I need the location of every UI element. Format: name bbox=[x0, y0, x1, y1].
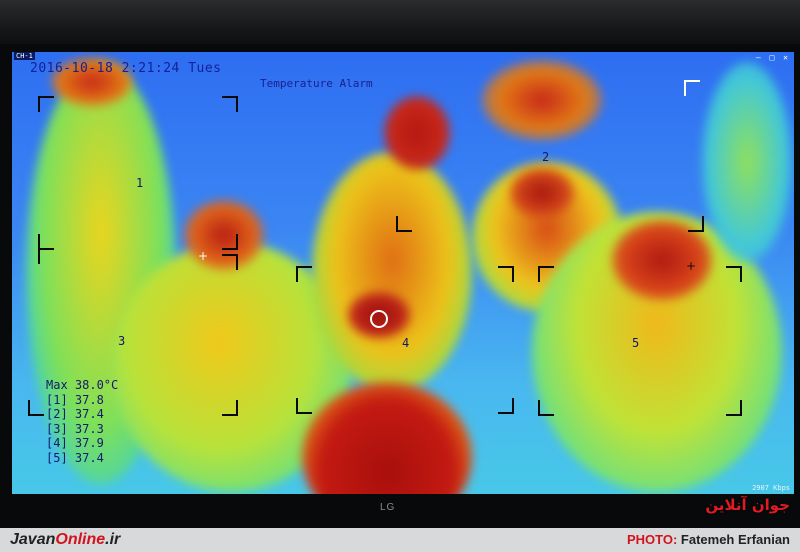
zone-reading-5: [5] 37.4 bbox=[46, 450, 104, 465]
thermal-screen: CH-1 — □ ✕ 2016-10-18 2:21:24 Tues Tempe… bbox=[12, 52, 794, 494]
zone-3-corner bbox=[222, 400, 238, 416]
zone-reading-4: [4] 37.9 bbox=[46, 436, 104, 450]
max-temp-target-icon bbox=[370, 310, 388, 328]
zone-2-corner bbox=[688, 216, 704, 232]
zone-5-corner bbox=[538, 400, 554, 416]
zone-3-corner bbox=[222, 254, 238, 270]
zone-4-corner bbox=[498, 266, 514, 282]
zone-2-corner bbox=[684, 80, 700, 96]
zone-1-corner bbox=[38, 96, 54, 112]
zone-reading-2: [2] 37.4 bbox=[46, 407, 104, 421]
bitrate-label: 2907 Kbps bbox=[752, 484, 790, 492]
zone-number-5: 5 bbox=[632, 336, 640, 350]
site-name: JavanOnline.ir bbox=[10, 531, 121, 548]
thermal-head-5 bbox=[612, 220, 712, 300]
zone-reading-1: [1] 37.8 bbox=[46, 392, 104, 407]
zone-number-2: 2 bbox=[542, 150, 550, 164]
photo-credit: PHOTO: Fatemeh Erfanian bbox=[626, 532, 790, 547]
window-controls: — □ ✕ bbox=[755, 53, 790, 62]
monitor-frame: CH-1 — □ ✕ 2016-10-18 2:21:24 Tues Tempe… bbox=[0, 44, 800, 528]
thermal-person-4 bbox=[312, 152, 472, 392]
thermal-head-2 bbox=[510, 168, 574, 218]
zone-3-corner bbox=[28, 400, 44, 416]
crosshair-icon: + bbox=[686, 259, 697, 273]
zone-1-corner bbox=[222, 96, 238, 112]
temperature-readout: Max 38.0°C [1] 37.8 [2] 37.4 [3] 37.3 [4… bbox=[46, 378, 118, 465]
watermark-logo: جوان آنلاین bbox=[705, 496, 790, 514]
thermal-top-figure bbox=[482, 60, 602, 140]
thermal-right-figure bbox=[702, 62, 792, 262]
zone-4-corner bbox=[296, 398, 312, 414]
channel-label: CH-1 bbox=[14, 52, 35, 60]
thermal-head-4 bbox=[384, 96, 450, 170]
zone-1-corner bbox=[222, 234, 238, 250]
zone-3-corner bbox=[38, 248, 54, 264]
zone-2-corner bbox=[396, 216, 412, 232]
zone-4-corner bbox=[296, 266, 312, 282]
zone-number-4: 4 bbox=[402, 336, 410, 350]
zone-reading-3: [3] 37.3 bbox=[46, 421, 104, 436]
zone-5-corner bbox=[726, 266, 742, 282]
zone-number-1: 1 bbox=[136, 176, 144, 190]
crosshair-icon: + bbox=[198, 249, 209, 263]
monitor-brand-logo: LG bbox=[380, 502, 396, 513]
alarm-label: Temperature Alarm bbox=[260, 77, 373, 90]
photo: CH-1 — □ ✕ 2016-10-18 2:21:24 Tues Tempe… bbox=[0, 0, 800, 528]
zone-5-corner bbox=[726, 400, 742, 416]
caption-bar: JavanOnline.ir PHOTO: Fatemeh Erfanian bbox=[0, 528, 800, 552]
max-temp: Max 38.0°C bbox=[46, 378, 119, 392]
zone-4-corner bbox=[498, 398, 514, 414]
zone-5-corner bbox=[538, 266, 554, 282]
timestamp: 2016-10-18 2:21:24 Tues bbox=[30, 61, 222, 76]
zone-number-3: 3 bbox=[118, 334, 126, 348]
